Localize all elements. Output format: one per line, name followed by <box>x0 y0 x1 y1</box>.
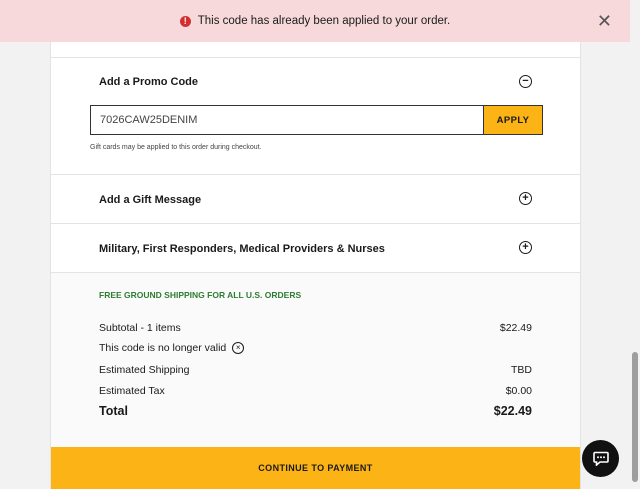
remove-code-x-icon[interactable]: × <box>232 342 245 355</box>
divider <box>51 223 580 224</box>
tax-value: $0.00 <box>505 385 532 397</box>
shipping-value: TBD <box>511 364 532 376</box>
total-value: $22.49 <box>493 404 532 418</box>
continue-to-payment-button[interactable]: CONTINUE TO PAYMENT <box>51 447 580 489</box>
subtotal-value: $22.49 <box>499 322 532 334</box>
subtotal-label: Subtotal - 1 items <box>99 322 181 334</box>
total-label: Total <box>99 404 128 418</box>
promo-code-input[interactable] <box>90 105 483 135</box>
checkout-panel: Add a Promo Code − APPLY Gift cards may … <box>50 42 581 489</box>
invalid-code-message: This code is no longer valid <box>99 342 227 354</box>
scrollbar-thumb[interactable] <box>632 352 638 482</box>
alert-message: This code has already been applied to yo… <box>197 15 451 27</box>
collapse-promo-minus-icon[interactable]: − <box>519 75 532 88</box>
promo-section-title: Add a Promo Code <box>99 76 199 88</box>
promo-form: APPLY <box>90 105 543 135</box>
military-discount-title[interactable]: Military, First Responders, Medical Prov… <box>99 243 385 255</box>
gift-message-title[interactable]: Add a Gift Message <box>99 194 201 206</box>
shipping-label: Estimated Shipping <box>99 364 190 376</box>
free-shipping-notice: FREE GROUND SHIPPING FOR ALL U.S. ORDERS <box>99 290 302 300</box>
error-alert-banner: ! This code has already been applied to … <box>0 0 630 42</box>
invalid-code-row: This code is no longer valid × <box>99 342 245 355</box>
chat-bubble-icon <box>592 451 609 466</box>
exclamation-circle-icon: ! <box>179 15 191 27</box>
expand-military-plus-icon[interactable]: + <box>519 241 532 254</box>
close-icon[interactable]: ✕ <box>597 12 612 30</box>
apply-button[interactable]: APPLY <box>483 105 543 135</box>
gift-card-hint: Gift cards may be applied to this order … <box>90 144 262 151</box>
chat-button[interactable] <box>582 440 619 477</box>
tax-label: Estimated Tax <box>99 385 165 397</box>
divider <box>51 174 580 175</box>
divider <box>51 57 580 58</box>
expand-gift-message-plus-icon[interactable]: + <box>519 192 532 205</box>
